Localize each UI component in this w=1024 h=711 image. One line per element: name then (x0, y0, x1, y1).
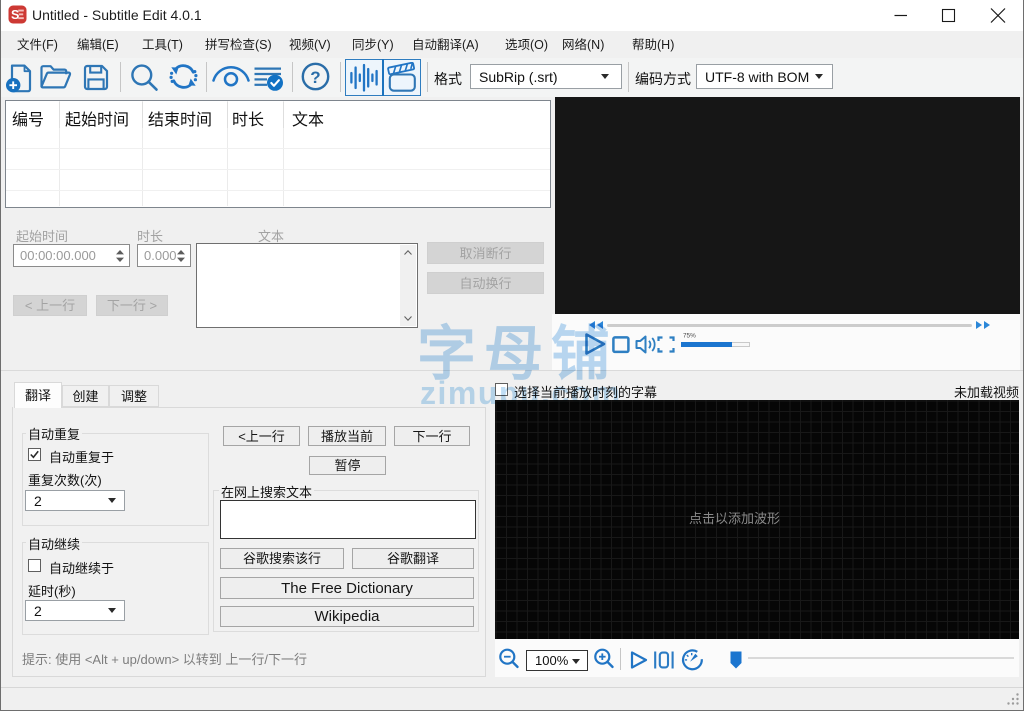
svg-text:?: ? (310, 68, 320, 87)
svg-text:S: S (11, 8, 19, 22)
